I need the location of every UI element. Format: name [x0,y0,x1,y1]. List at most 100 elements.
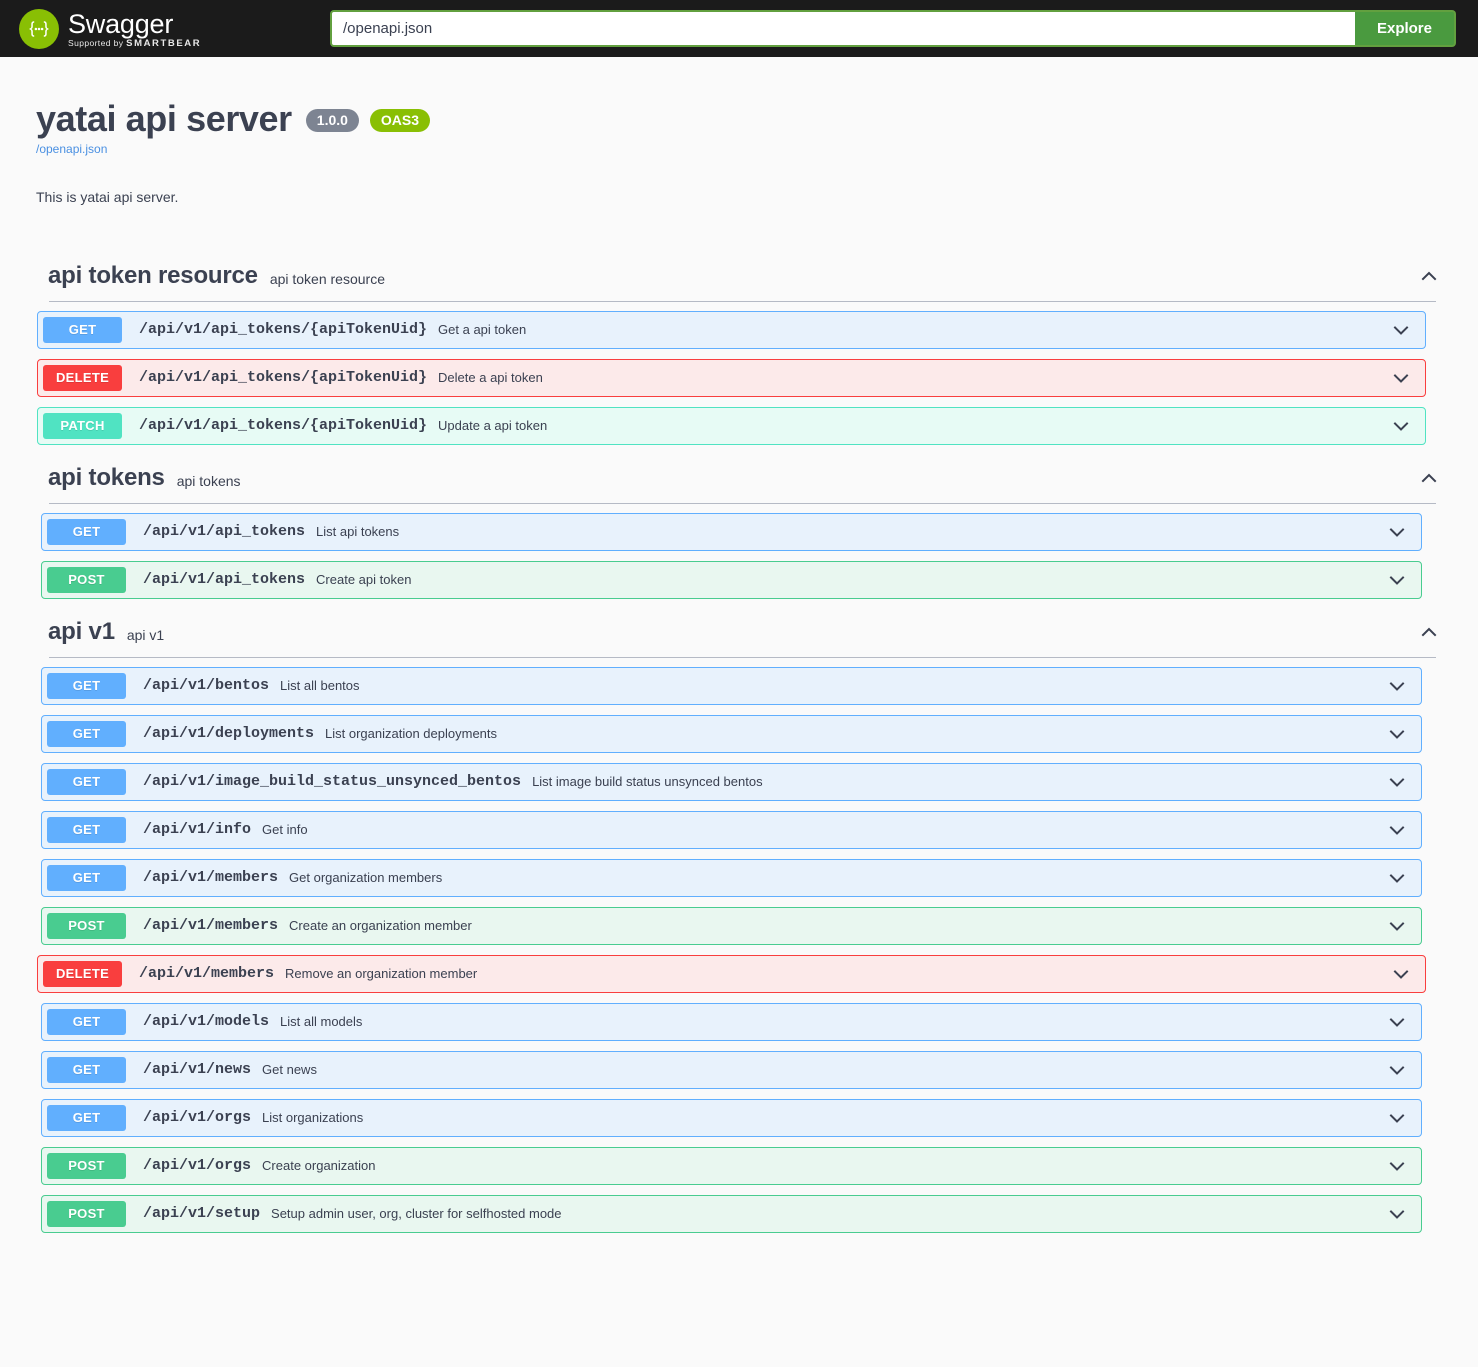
chevron-down-icon[interactable] [1387,868,1407,888]
operation-row[interactable]: GET/api/v1/orgs List organizations [41,1098,1422,1137]
operation-summary: List api tokens [316,524,400,540]
api-description: This is yatai api server. [36,188,179,205]
http-method-badge: GET [47,816,126,843]
chevron-up-icon[interactable] [1419,468,1439,488]
definition-url-form: Explore [330,10,1456,47]
definition-url-input[interactable] [330,10,1355,47]
operation-path: /api/v1/orgs [143,1109,252,1127]
operation-row[interactable]: DELETE/api/v1/members Remove an organizat… [37,954,1426,993]
http-method-badge: POST [47,1200,126,1227]
operation-path: /api/v1/members [143,917,279,935]
chevron-down-icon[interactable] [1387,1204,1407,1224]
tag-header-api-tokens[interactable]: api tokens api tokens [29,455,1449,501]
operation-path: /api/v1/api_tokens [143,523,306,541]
chevron-down-icon[interactable] [1387,724,1407,744]
tag-name: api tokens [48,463,165,491]
http-method-badge: GET [47,518,126,545]
operation-summary: Create an organization member [289,918,472,934]
operation-row[interactable]: GET/api/v1/bentos List all bentos [41,666,1422,705]
smartbear-label: SMARTBEAR [126,37,202,49]
chevron-down-icon[interactable] [1391,416,1411,436]
chevron-down-icon[interactable] [1387,1012,1407,1032]
operation-path: /api/v1/members [139,965,275,983]
operation-row[interactable]: GET/api/v1/api_tokens List api tokens [41,512,1422,551]
http-method-badge: GET [47,1056,126,1083]
oas-version-badge: OAS3 [369,109,431,133]
operation-row[interactable]: GET/api/v1/image_build_status_unsynced_b… [41,762,1422,801]
definition-url-link[interactable]: /openapi.json [36,142,1449,156]
swagger-logo-subtext: Supported by SMARTBEAR [68,37,202,49]
operation-row[interactable]: PATCH/api/v1/api_tokens/{apiTokenUid} Upd… [37,406,1426,445]
chevron-down-icon[interactable] [1387,676,1407,696]
operation-row[interactable]: GET/api/v1/deployments List organization … [41,714,1422,753]
chevron-down-icon[interactable] [1387,1156,1407,1176]
operation-summary: Get organization members [289,870,443,886]
chevron-down-icon[interactable] [1387,1060,1407,1080]
tag-sections: api token resource api token resource GET /… [29,253,1449,1233]
operation-summary: Get info [262,822,308,838]
operation-summary: Update a api token [438,418,548,434]
operation-row[interactable]: POST/api/v1/setup Setup admin user, org, … [41,1194,1422,1233]
operation-row[interactable]: POST/api/v1/members Create an organizatio… [41,906,1422,945]
operation-row[interactable]: GET/api/v1/api_tokens/{apiTokenUid} Get a… [37,310,1426,349]
tag-section: api tokens api tokens GET/api/v1/api_token… [29,455,1449,599]
operation-path: /api/v1/news [143,1061,252,1079]
api-info: yatai api server 1.0.0 OAS3 /openapi.jso… [36,99,1449,205]
main-content: yatai api server 1.0.0 OAS3 /openapi.jso… [9,99,1469,1233]
operation-path: /api/v1/api_tokens/{apiTokenUid} [139,321,428,339]
operation-path: /api/v1/api_tokens/{apiTokenUid} [139,369,428,387]
chevron-down-icon[interactable] [1391,368,1411,388]
http-method-badge: DELETE [43,364,122,391]
operation-summary: List organization deployments [325,726,498,742]
topbar: Swagger Supported by SMARTBEAR Explore [0,0,1478,57]
operation-row[interactable]: GET/api/v1/models List all models [41,1002,1422,1041]
tag-name: api token resource [48,261,258,289]
operation-path: /api/v1/bentos [143,677,270,695]
tag-description: api token resource [269,270,385,287]
operation-path: /api/v1/setup [143,1205,261,1223]
swagger-braces-icon [19,8,59,49]
operation-path: /api/v1/info [143,821,252,839]
operation-summary: List all bentos [280,678,360,694]
operation-summary: Create api token [316,572,412,588]
swagger-logo-text: Swagger [68,8,174,39]
operation-path: /api/v1/members [143,869,279,887]
chevron-up-icon[interactable] [1419,622,1439,642]
operation-summary: List organizations [262,1110,364,1126]
swagger-logo[interactable]: Swagger Supported by SMARTBEAR [0,8,300,49]
tag-description: api tokens [176,472,241,489]
chevron-down-icon[interactable] [1387,820,1407,840]
tag-header-api-token-resource[interactable]: api token resource api token resource [29,253,1449,299]
operation-row[interactable]: DELETE/api/v1/api_tokens/{apiTokenUid} De… [37,358,1426,397]
operation-summary: List image build status unsynced bentos [532,774,763,790]
explore-button[interactable]: Explore [1354,10,1456,47]
chevron-down-icon[interactable] [1387,772,1407,792]
operation-summary: Get a api token [438,322,527,338]
http-method-badge: GET [47,864,126,891]
http-method-badge: DELETE [43,960,122,987]
tag-header-api-v1[interactable]: api v1 api v1 [29,609,1449,655]
chevron-down-icon[interactable] [1391,320,1411,340]
chevron-down-icon[interactable] [1387,570,1407,590]
http-method-badge: PATCH [43,412,122,439]
http-method-badge: GET [47,672,126,699]
tag-description: api v1 [126,626,165,643]
api-title-row: yatai api server 1.0.0 OAS3 [36,99,1449,139]
operation-list: GET/api/v1/api_tokens/{apiTokenUid} Get a… [29,302,1449,445]
http-method-badge: POST [47,566,126,593]
operation-summary: Setup admin user, org, cluster for selfh… [271,1206,562,1222]
operation-summary: List all models [280,1014,363,1030]
chevron-down-icon[interactable] [1391,964,1411,984]
chevron-down-icon[interactable] [1387,1108,1407,1128]
operation-row[interactable]: GET/api/v1/info Get info [41,810,1422,849]
operation-row[interactable]: POST/api/v1/api_tokens Create api token [41,560,1422,599]
tag-section: api v1 api v1 GET/api/v1/bentos List all be… [29,609,1449,1233]
operation-path: /api/v1/orgs [143,1157,252,1175]
operation-row[interactable]: GET/api/v1/members Get organization membe… [41,858,1422,897]
operation-row[interactable]: POST/api/v1/orgs Create organization [41,1146,1422,1185]
chevron-up-icon[interactable] [1419,266,1439,286]
chevron-down-icon[interactable] [1387,522,1407,542]
operation-row[interactable]: GET/api/v1/news Get news [41,1050,1422,1089]
http-method-badge: GET [47,1008,126,1035]
chevron-down-icon[interactable] [1387,916,1407,936]
